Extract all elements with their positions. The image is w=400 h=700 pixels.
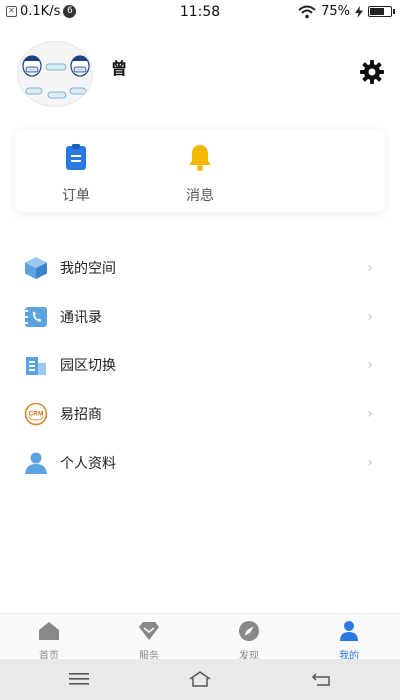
- tab-mine[interactable]: 我的: [319, 620, 379, 662]
- gear-icon[interactable]: [358, 58, 386, 86]
- menu-label: 个人资料: [60, 455, 116, 472]
- chevron-right-icon: ›: [367, 357, 373, 374]
- menu-list: 我的空间 › 通讯录 › 园区切换 › CRM 易招商 › 个人资料 ›: [0, 244, 400, 487]
- diamond-icon: [139, 622, 159, 640]
- messages-label: 消息: [186, 188, 214, 204]
- menu-item-park-switch[interactable]: 园区切换 ›: [0, 341, 400, 390]
- quick-actions-card: 订单 消息: [15, 130, 385, 212]
- tab-services[interactable]: 服务: [119, 620, 179, 662]
- menu-label: 易招商: [60, 407, 102, 424]
- chevron-right-icon: ›: [367, 260, 373, 277]
- chevron-right-icon: ›: [367, 454, 373, 471]
- orders-label: 订单: [62, 188, 90, 204]
- compass-icon: [239, 621, 259, 641]
- contacts-icon: [25, 306, 47, 327]
- menu-label: 园区切换: [60, 358, 116, 375]
- menu-label: 我的空间: [60, 261, 116, 278]
- avatar-image: [18, 42, 92, 106]
- system-navigation-bar: [0, 659, 400, 700]
- user-icon: [340, 621, 358, 641]
- avatar[interactable]: [17, 41, 93, 107]
- back-icon[interactable]: [310, 669, 334, 689]
- menu-item-crm[interactable]: CRM 易招商 ›: [0, 390, 400, 439]
- building-icon: [26, 357, 46, 376]
- battery-icon: [368, 6, 395, 17]
- home-icon: [39, 622, 59, 640]
- tab-discover[interactable]: 发现: [219, 620, 279, 662]
- username: 曾: [111, 59, 128, 78]
- bell-icon: [189, 145, 211, 171]
- messages-button[interactable]: 消息: [165, 142, 235, 205]
- crm-logo-icon: CRM: [24, 402, 48, 426]
- clipboard-icon: [66, 144, 86, 170]
- menu-item-profile[interactable]: 个人资料 ›: [0, 438, 400, 487]
- status-right: 75%: [298, 4, 395, 19]
- menu-item-contacts[interactable]: 通讯录 ›: [0, 293, 400, 342]
- chevron-right-icon: ›: [367, 406, 373, 423]
- home-nav-icon[interactable]: [188, 669, 212, 689]
- person-icon: [25, 452, 47, 474]
- status-bar: ✕ 0.1K/s 6 11:58 75%: [0, 0, 400, 24]
- profile-header: 曾: [0, 38, 400, 118]
- cube-icon: [25, 257, 47, 280]
- svg-text:CRM: CRM: [29, 411, 44, 418]
- menu-item-my-space[interactable]: 我的空间 ›: [0, 244, 400, 293]
- charging-icon: [355, 5, 363, 18]
- orders-button[interactable]: 订单: [41, 142, 111, 205]
- bottom-tab-bar: 首页 服务 发现 我的: [0, 613, 400, 662]
- menu-label: 通讯录: [60, 309, 102, 326]
- battery-percent: 75%: [321, 4, 350, 19]
- chevron-right-icon: ›: [367, 308, 373, 325]
- wifi-icon: [298, 5, 316, 18]
- tab-home[interactable]: 首页: [19, 620, 79, 662]
- menu-icon[interactable]: [67, 669, 91, 689]
